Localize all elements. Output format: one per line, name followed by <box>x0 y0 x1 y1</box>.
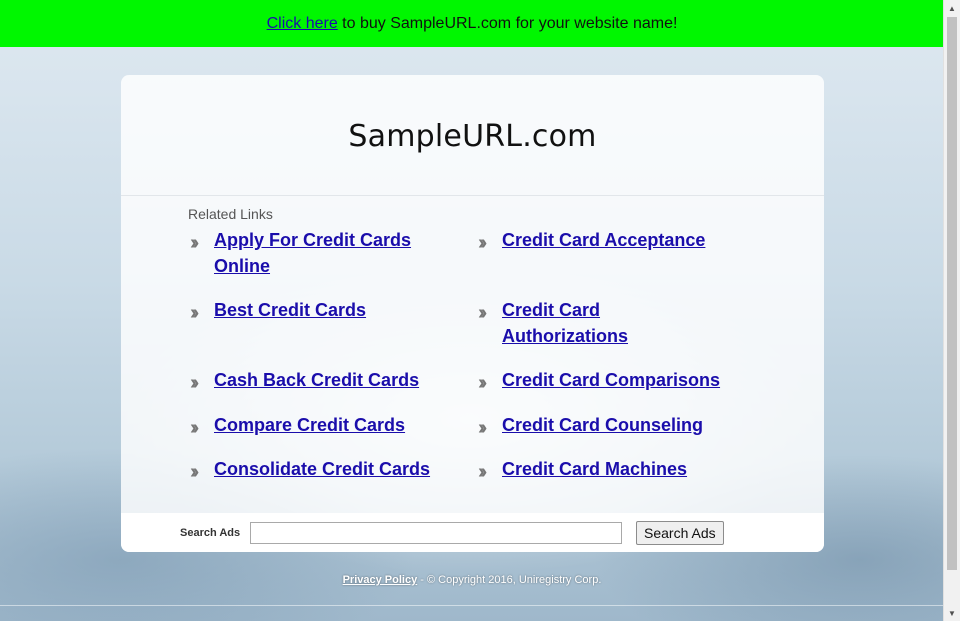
related-link[interactable]: Credit Card Machines <box>502 456 687 482</box>
related-links-heading: Related Links <box>188 206 273 222</box>
related-link-item[interactable]: ›› Credit Card Counseling <box>478 412 728 438</box>
double-chevron-right-icon: ›› <box>478 232 487 254</box>
double-chevron-right-icon: ›› <box>190 232 199 254</box>
promo-bar: Click here to buy SampleURL.com for your… <box>0 0 944 47</box>
search-ads-button[interactable]: Search Ads <box>636 520 724 545</box>
related-link[interactable]: Compare Credit Cards <box>214 412 405 438</box>
scroll-up-icon[interactable]: ▲ <box>944 0 960 16</box>
double-chevron-right-icon: ›› <box>190 302 199 324</box>
promo-text: to buy SampleURL.com for your website na… <box>337 14 678 32</box>
related-link-item[interactable]: ›› Credit Card Acceptance <box>478 227 728 253</box>
related-link-item[interactable]: ›› Credit Card Authorizations <box>478 297 668 349</box>
double-chevron-right-icon: ›› <box>478 461 487 483</box>
related-link-item[interactable]: ›› Credit Card Comparisons <box>478 367 728 393</box>
related-link-item[interactable]: ›› Apply For Credit Cards Online <box>190 227 440 279</box>
search-ads-label: Search Ads <box>180 526 241 539</box>
domain-card: SampleURL.com Related Links ›› Apply For… <box>121 75 824 552</box>
double-chevron-right-icon: ›› <box>190 417 199 439</box>
related-link[interactable]: Apply For Credit Cards Online <box>214 227 440 279</box>
search-ads-bar: Search Ads Search Ads <box>121 513 824 552</box>
related-link[interactable]: Cash Back Credit Cards <box>214 367 419 393</box>
footer: Privacy Policy - © Copyright 2016, Unire… <box>0 574 944 586</box>
related-link[interactable]: Consolidate Credit Cards <box>214 456 430 482</box>
related-link-item[interactable]: ›› Best Credit Cards <box>190 297 440 323</box>
double-chevron-right-icon: ›› <box>478 302 487 324</box>
double-chevron-right-icon: ›› <box>478 417 487 439</box>
related-link[interactable]: Credit Card Comparisons <box>502 367 720 393</box>
footer-divider <box>0 605 944 606</box>
double-chevron-right-icon: ›› <box>478 372 487 394</box>
privacy-policy-link[interactable]: Privacy Policy <box>343 574 418 586</box>
related-link[interactable]: Best Credit Cards <box>214 297 366 323</box>
related-link-item[interactable]: ›› Credit Card Machines <box>478 456 728 482</box>
vertical-scrollbar[interactable]: ▲ ▼ <box>943 0 960 621</box>
related-link[interactable]: Credit Card Authorizations <box>502 297 668 349</box>
scrollbar-thumb[interactable] <box>947 17 957 570</box>
scroll-down-icon[interactable]: ▼ <box>944 605 960 621</box>
double-chevron-right-icon: ›› <box>190 372 199 394</box>
related-link-item[interactable]: ›› Consolidate Credit Cards <box>190 456 440 482</box>
related-link[interactable]: Credit Card Counseling <box>502 412 703 438</box>
card-header: SampleURL.com <box>121 75 824 196</box>
related-link-item[interactable]: ›› Cash Back Credit Cards <box>190 367 440 393</box>
search-ads-input[interactable] <box>250 521 622 544</box>
buy-domain-link[interactable]: Click here <box>267 15 338 33</box>
related-link-item[interactable]: ›› Compare Credit Cards <box>190 412 440 438</box>
copyright-text: - © Copyright 2016, Uniregistry Corp. <box>417 574 602 586</box>
related-link[interactable]: Credit Card Acceptance <box>502 227 705 253</box>
double-chevron-right-icon: ›› <box>190 461 199 483</box>
site-title: SampleURL.com <box>348 118 597 154</box>
